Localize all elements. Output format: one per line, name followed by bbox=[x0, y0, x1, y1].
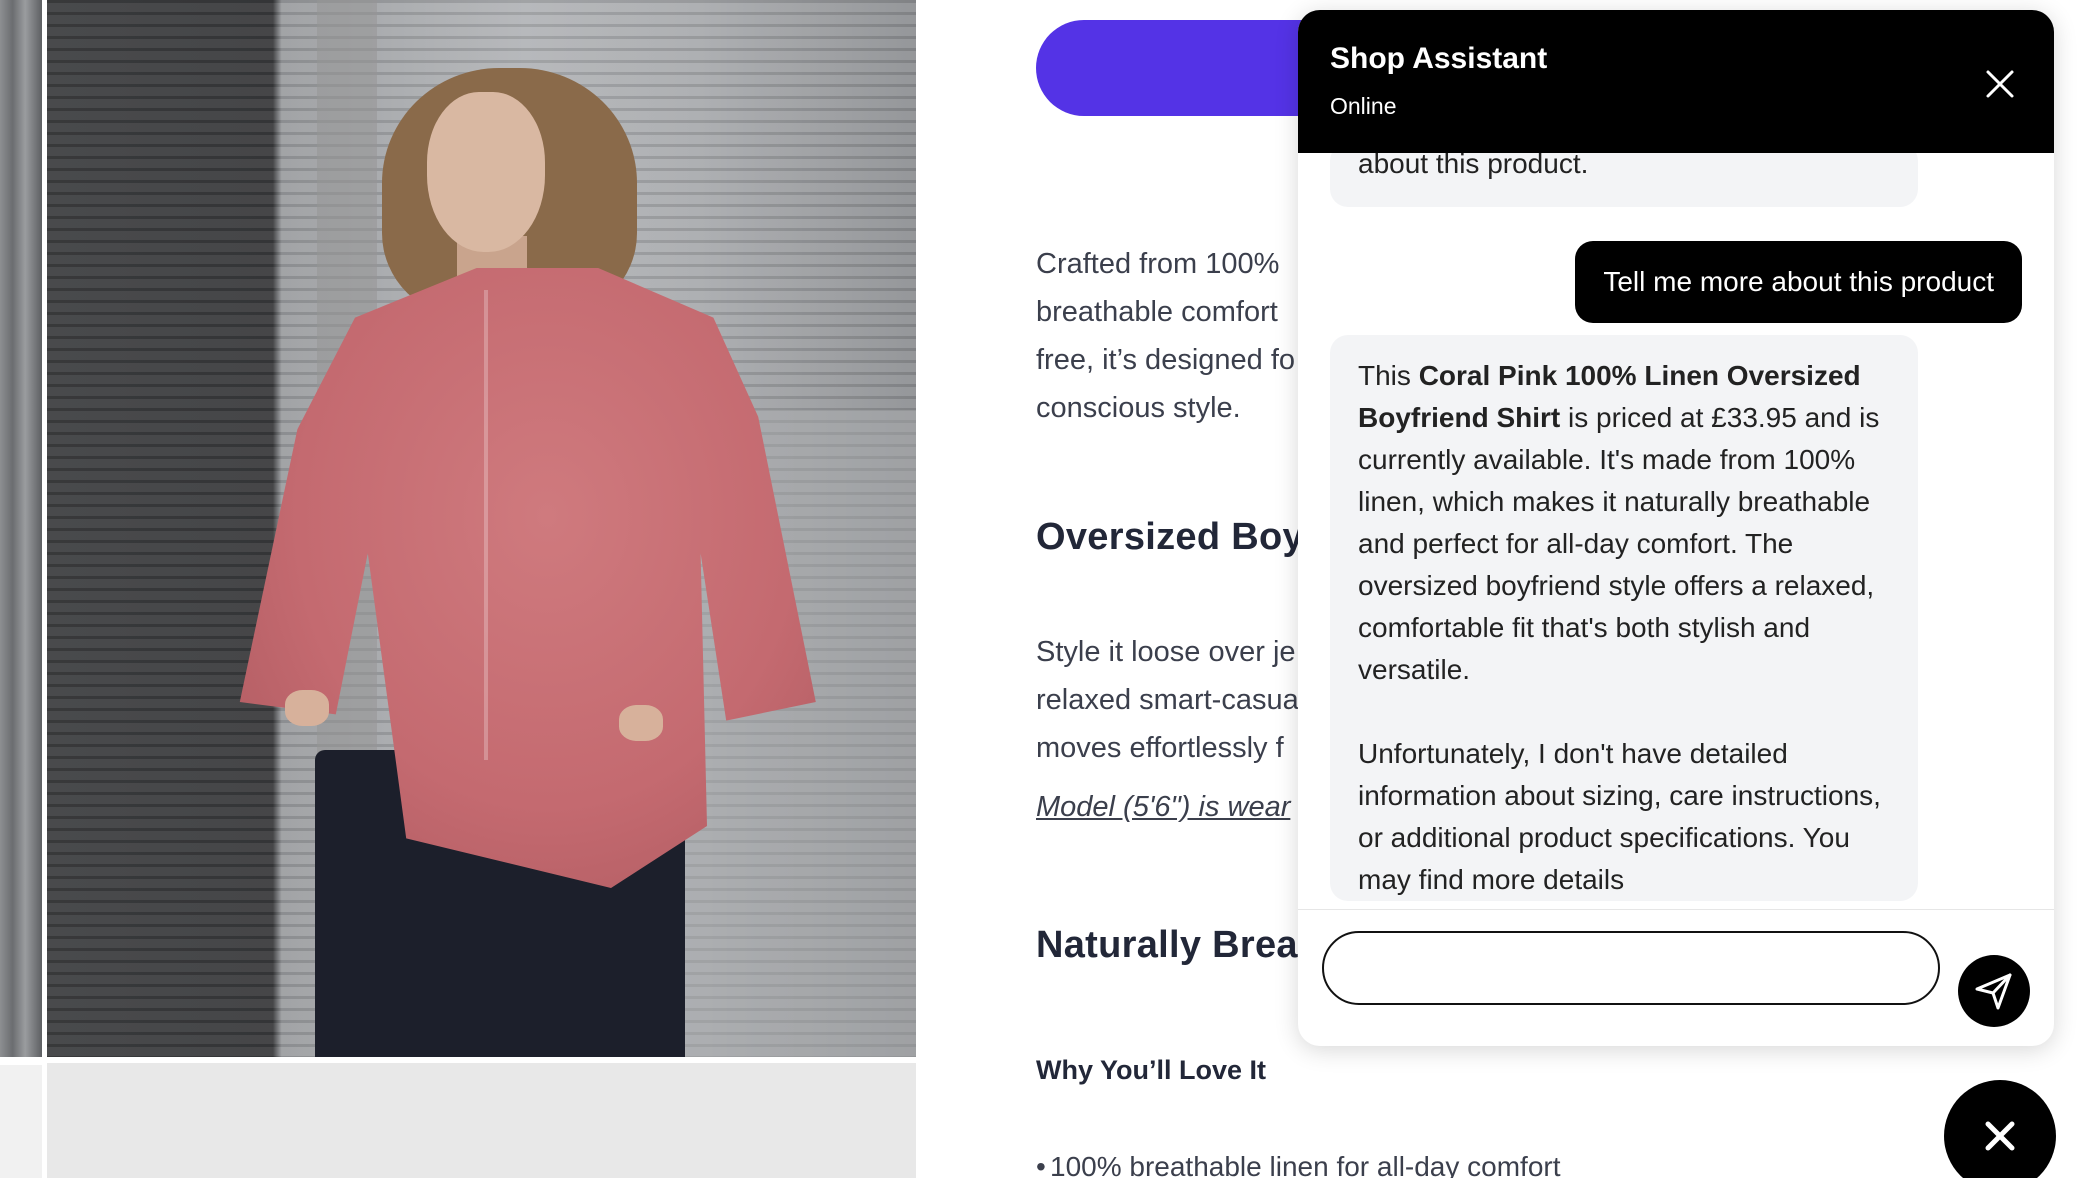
gallery-thumbnail-strip[interactable] bbox=[0, 0, 42, 1057]
bot-message-paragraph-2: Unfortunately, I don't have detailed inf… bbox=[1358, 738, 1881, 895]
model-hand-left bbox=[285, 690, 329, 726]
send-icon bbox=[1975, 973, 2012, 1010]
section-heading-breathable: Naturally Brea bbox=[1036, 924, 1298, 966]
chat-title: Shop Assistant bbox=[1330, 42, 1548, 75]
chat-launcher-button[interactable] bbox=[1944, 1080, 2056, 1178]
model-hand-right bbox=[619, 705, 663, 741]
product-intro-line: Crafted from 100% bbox=[1036, 248, 1280, 280]
chat-panel: Shop Assistant Online about this product… bbox=[1298, 10, 2054, 1046]
bot-message-paragraph: This Coral Pink 100% Linen Oversized Boy… bbox=[1358, 355, 1890, 691]
bot-message: This Coral Pink 100% Linen Oversized Boy… bbox=[1330, 335, 1918, 901]
chat-message-input[interactable] bbox=[1322, 931, 1940, 1005]
shirt-placket bbox=[484, 290, 488, 760]
product-photo-main[interactable] bbox=[47, 0, 916, 1057]
chat-header: Shop Assistant Online bbox=[1298, 10, 2054, 153]
close-icon bbox=[1986, 70, 2014, 98]
style-description-line: moves effortlessly f bbox=[1036, 732, 1284, 764]
close-chat-button[interactable] bbox=[1980, 64, 2020, 104]
style-description-line: Style it loose over je bbox=[1036, 636, 1296, 668]
why-love-heading: Why You’ll Love It bbox=[1036, 1055, 1267, 1085]
user-message: Tell me more about this product bbox=[1575, 241, 2022, 323]
bot-message-text: about this product. bbox=[1358, 153, 1589, 179]
close-icon bbox=[1985, 1121, 2015, 1151]
product-intro-line: free, it’s designed fo bbox=[1036, 344, 1296, 376]
model-size-link[interactable]: Model (5'6") is wear bbox=[1036, 791, 1306, 824]
model-face bbox=[427, 92, 545, 252]
chat-divider bbox=[1298, 909, 2054, 910]
chat-message-list[interactable]: about this product. Tell me more about t… bbox=[1298, 153, 2054, 919]
product-intro-line: breathable comfort bbox=[1036, 296, 1278, 328]
chat-status: Online bbox=[1330, 93, 1397, 119]
gallery-thumbnail-secondary[interactable] bbox=[0, 1065, 42, 1178]
bot-message: about this product. bbox=[1330, 153, 1918, 207]
send-message-button[interactable] bbox=[1958, 955, 2030, 1027]
product-photo-secondary[interactable] bbox=[47, 1063, 916, 1178]
bot-message-details: is priced at £33.95 and is currently ava… bbox=[1358, 402, 1880, 685]
section-heading-style: Oversized Boy bbox=[1036, 516, 1304, 558]
style-description-line: relaxed smart-casua bbox=[1036, 684, 1299, 716]
feature-bullet: 100% breathable linen for all-day comfor… bbox=[1036, 1151, 1561, 1178]
product-intro-line: conscious style. bbox=[1036, 392, 1241, 424]
bot-message-intro: This bbox=[1358, 360, 1419, 391]
